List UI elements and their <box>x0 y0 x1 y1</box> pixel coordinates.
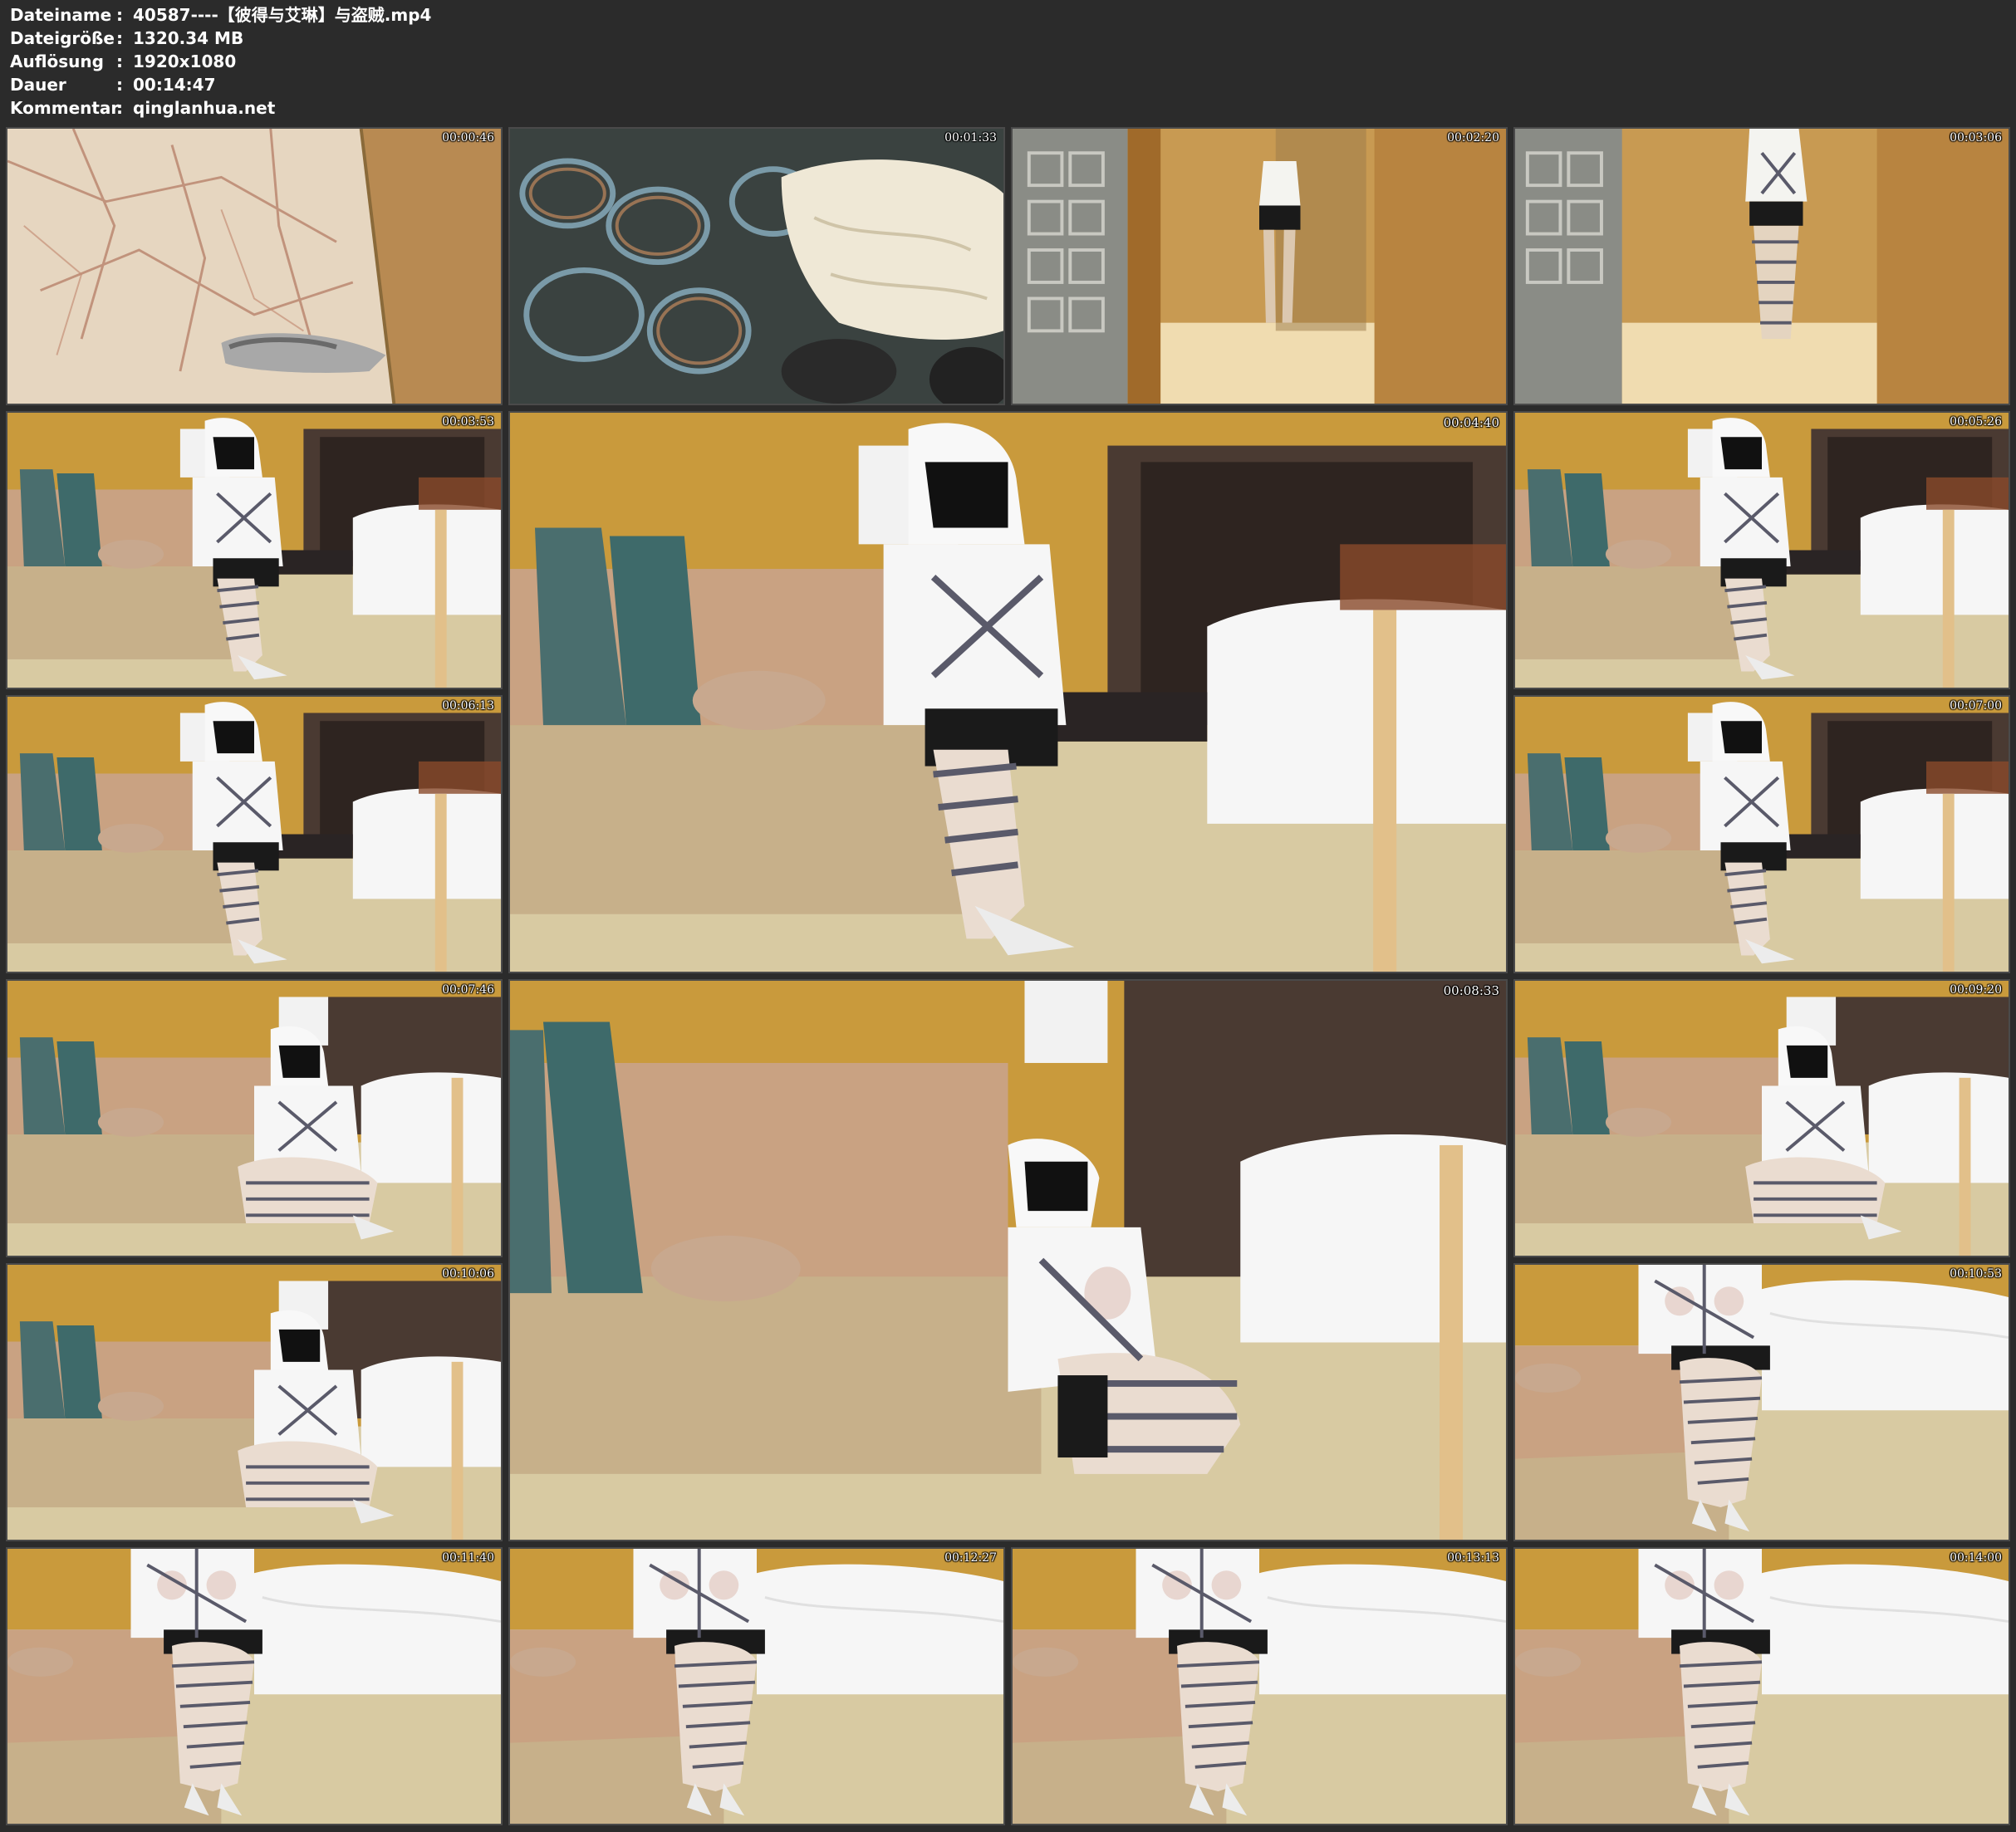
thumbnail-frame-image <box>510 413 1506 972</box>
thumbnail-frame-image <box>510 1549 1003 1824</box>
meta-separator: : <box>116 98 123 118</box>
video-thumbnail: 00:06:13 <box>6 695 503 973</box>
meta-value-duration: 00:14:47 <box>133 75 216 95</box>
thumbnail-frame-image <box>7 413 501 688</box>
video-thumbnail: 00:02:20 <box>1011 127 1508 405</box>
meta-row-resolution: Auflösung : 1920x1080 <box>10 50 1007 73</box>
meta-value-filename: 40587----【彼得与艾琳】与盗贼.mp4 <box>133 5 432 25</box>
thumbnail-timestamp: 00:14:00 <box>1950 1551 2002 1565</box>
video-thumbnail: 00:09:20 <box>1513 979 2010 1257</box>
thumbnail-timestamp: 00:10:06 <box>442 1267 494 1281</box>
thumbnail-frame-image <box>1515 1549 2009 1824</box>
thumbnail-timestamp: 00:02:20 <box>1447 131 1499 145</box>
thumbnail-timestamp: 00:00:46 <box>442 131 494 145</box>
thumbnail-frame-image <box>7 981 501 1256</box>
meta-row-filename: Dateiname : 40587----【彼得与艾琳】与盗贼.mp4 <box>10 3 1007 27</box>
thumbnail-timestamp: 00:03:06 <box>1950 131 2002 145</box>
thumbnail-frame-image <box>7 697 501 972</box>
video-thumbnail: 00:08:33 <box>508 979 1508 1541</box>
thumbnail-timestamp: 00:12:27 <box>944 1551 997 1565</box>
video-thumbnail: 00:10:06 <box>6 1263 503 1541</box>
meta-separator: : <box>116 75 123 95</box>
meta-row-comment: Kommentar : qinglanhua.net <box>10 96 1007 120</box>
video-thumbnail: 00:10:53 <box>1513 1263 2010 1541</box>
thumbnail-frame-image <box>7 1549 501 1824</box>
meta-value-resolution: 1920x1080 <box>133 51 237 71</box>
thumbnail-frame-image <box>1515 697 2009 972</box>
meta-key: Kommentar <box>10 98 120 118</box>
meta-row-duration: Dauer : 00:14:47 <box>10 73 1007 96</box>
meta-key: Auflösung <box>10 51 104 71</box>
meta-value-comment: qinglanhua.net <box>133 98 276 118</box>
video-thumbnail: 00:07:00 <box>1513 695 2010 973</box>
thumbnail-timestamp: 00:01:33 <box>944 131 997 145</box>
thumbnail-timestamp: 00:04:40 <box>1443 415 1499 430</box>
thumbnail-frame-image <box>1515 981 2009 1256</box>
thumbnail-timestamp: 00:08:33 <box>1443 983 1499 998</box>
video-thumbnail: 00:03:53 <box>6 411 503 689</box>
file-info-header: Dateiname : 40587----【彼得与艾琳】与盗贼.mp4 Date… <box>10 3 1007 120</box>
thumbnail-frame-image <box>1013 129 1506 404</box>
video-thumbnail: 00:14:00 <box>1513 1547 2010 1825</box>
thumbnail-frame-image <box>1013 1549 1506 1824</box>
meta-separator: : <box>116 28 123 48</box>
thumbnail-timestamp: 00:09:20 <box>1950 983 2002 997</box>
thumbnail-timestamp: 00:07:46 <box>442 983 494 997</box>
thumbnail-timestamp: 00:03:53 <box>442 415 494 429</box>
meta-value-filesize: 1320.34 MB <box>133 28 244 48</box>
thumbnail-timestamp: 00:07:00 <box>1950 699 2002 713</box>
video-thumbnail: 00:12:27 <box>508 1547 1005 1825</box>
meta-key: Dauer <box>10 75 66 95</box>
thumbnail-timestamp: 00:11:40 <box>442 1551 494 1565</box>
thumbnail-frame-image <box>1515 413 2009 688</box>
thumbnail-frame-image <box>7 129 501 404</box>
meta-key: Dateigröße <box>10 28 115 48</box>
thumbnail-frame-image <box>510 981 1506 1540</box>
video-thumbnail: 00:13:13 <box>1011 1547 1508 1825</box>
meta-separator: : <box>116 51 123 71</box>
thumbnail-timestamp: 00:06:13 <box>442 699 494 713</box>
thumbnail-timestamp: 00:10:53 <box>1950 1267 2002 1281</box>
video-thumbnail: 00:11:40 <box>6 1547 503 1825</box>
thumbnail-frame-image <box>7 1265 501 1540</box>
video-thumbnail: 00:00:46 <box>6 127 503 405</box>
thumbnail-frame-image <box>1515 1265 2009 1540</box>
meta-key: Dateiname <box>10 5 112 25</box>
video-thumbnail: 00:07:46 <box>6 979 503 1257</box>
thumbnail-timestamp: 00:05:26 <box>1950 415 2002 429</box>
thumbnail-timestamp: 00:13:13 <box>1447 1551 1499 1565</box>
video-thumbnail: 00:05:26 <box>1513 411 2010 689</box>
video-thumbnail: 00:01:33 <box>508 127 1005 405</box>
video-thumbnail: 00:04:40 <box>508 411 1508 973</box>
thumbnail-frame-image <box>1515 129 2009 404</box>
video-thumbnail: 00:03:06 <box>1513 127 2010 405</box>
meta-row-filesize: Dateigröße : 1320.34 MB <box>10 27 1007 50</box>
meta-separator: : <box>116 5 123 25</box>
thumbnail-frame-image <box>510 129 1003 404</box>
